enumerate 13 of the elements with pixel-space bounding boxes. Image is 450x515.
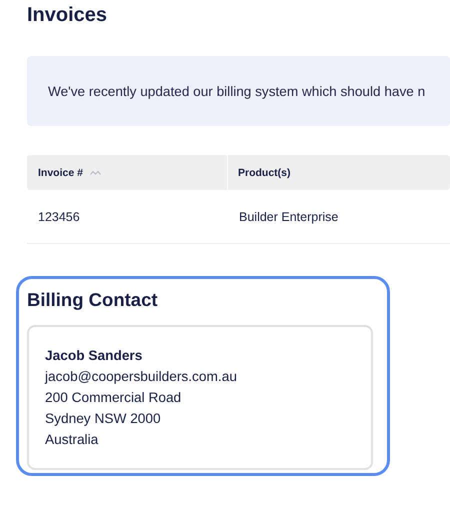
- section-title: Billing Contact: [27, 288, 158, 312]
- table-cell: 123456: [38, 210, 80, 224]
- column-header[interactable]: Invoice #: [38, 166, 83, 178]
- column-header[interactable]: Product(s): [238, 166, 290, 178]
- page-title: Invoices: [27, 3, 108, 27]
- notice-text: We've recently updated our billing system which should have n: [48, 84, 426, 98]
- table-cell: Builder Enterprise: [239, 210, 338, 224]
- contact-detail: jacob@coopersbuilders.com.au: [45, 368, 237, 386]
- contact-detail: Sydney NSW 2000: [45, 410, 161, 428]
- contact-detail: 200 Commercial Road: [45, 389, 182, 407]
- sort-icon[interactable]: [90, 170, 101, 176]
- contact-detail: Australia: [45, 431, 98, 449]
- contact-name: Jacob Sanders: [45, 347, 142, 365]
